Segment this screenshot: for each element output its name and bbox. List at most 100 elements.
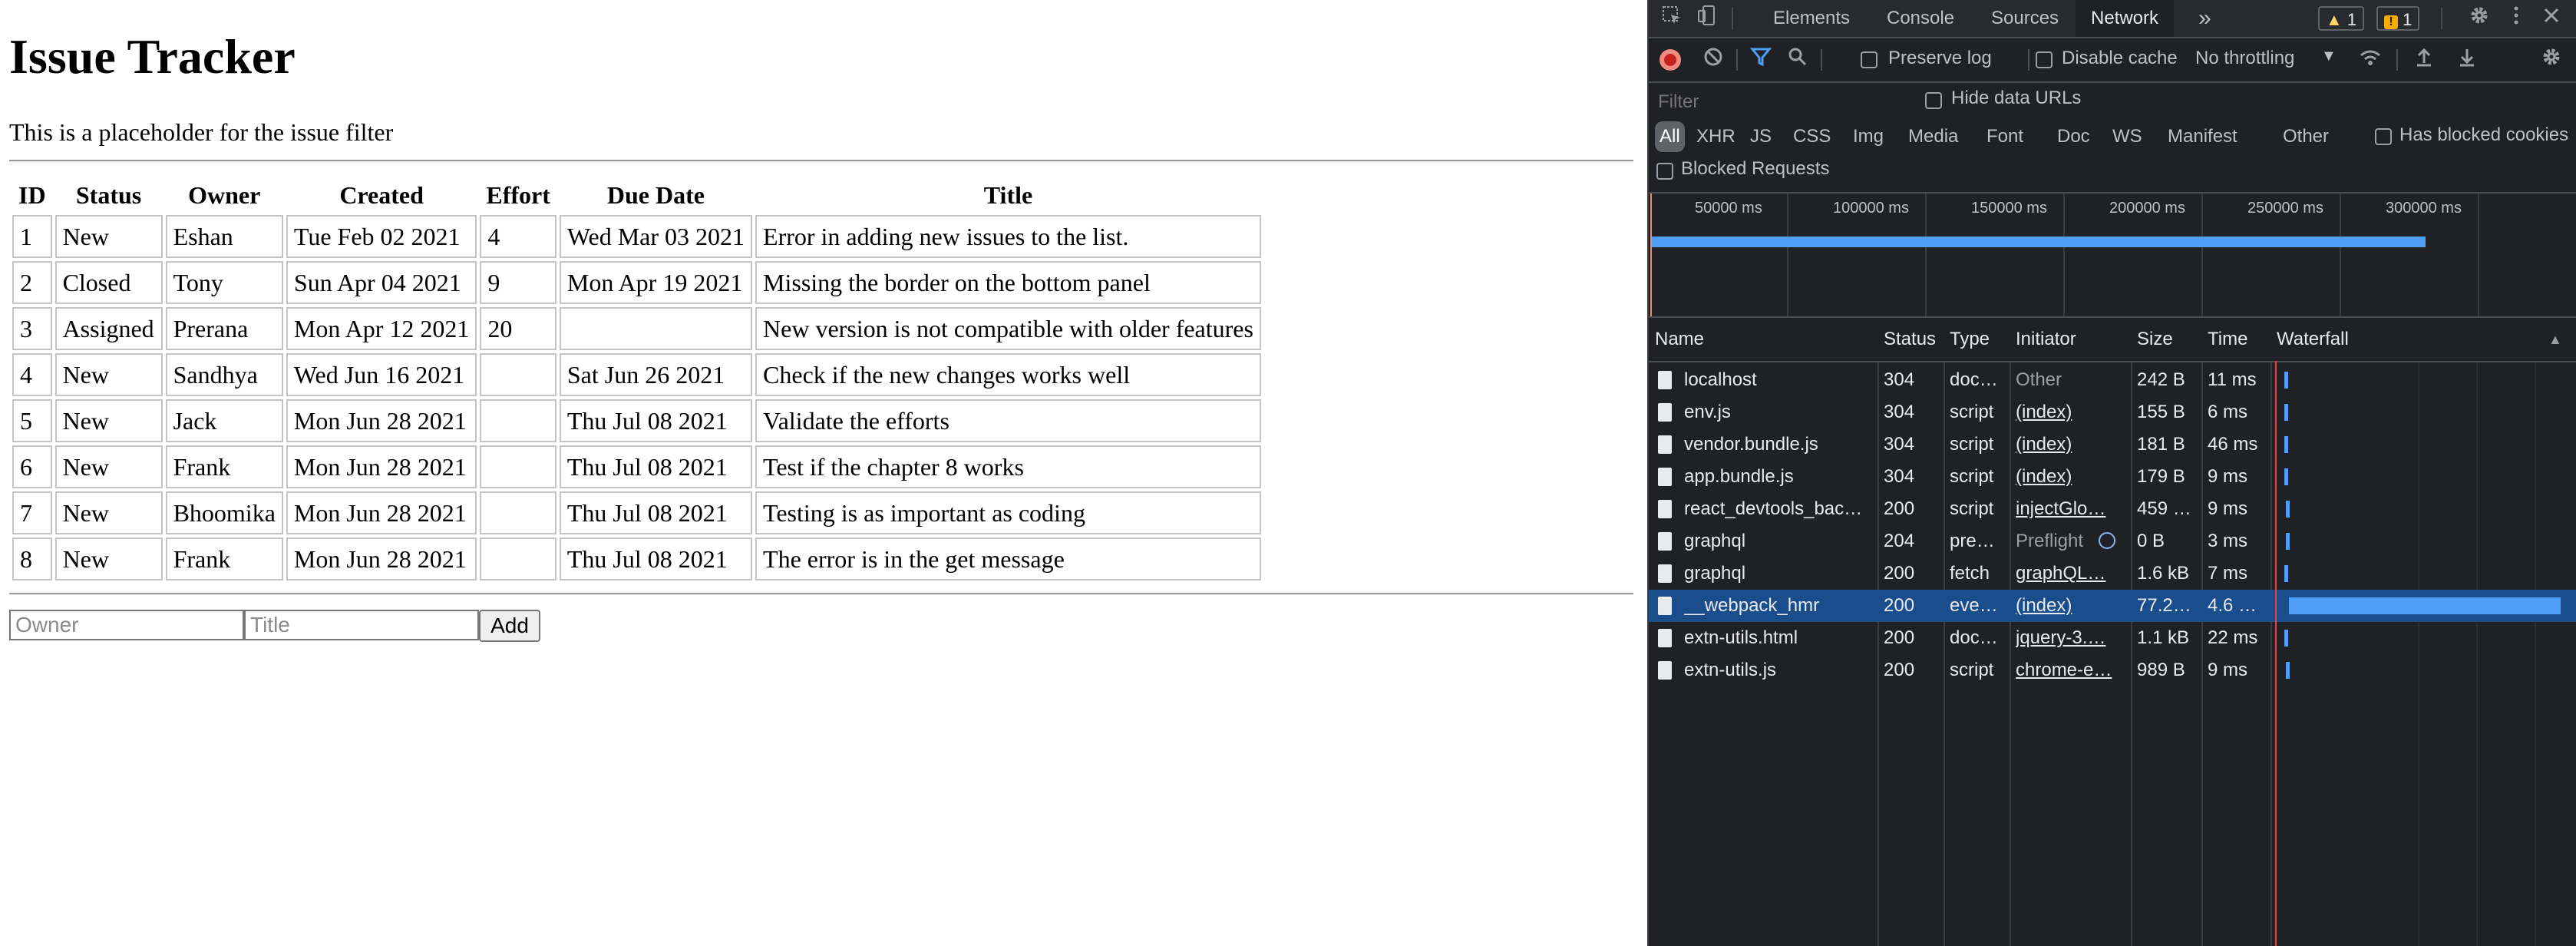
record-icon[interactable]	[1660, 49, 1681, 71]
type-filter-media[interactable]: Media	[1908, 121, 1958, 152]
filter-funnel-icon[interactable]	[1747, 46, 1775, 74]
waterfall-bar	[2284, 630, 2288, 647]
waterfall-bar	[2286, 662, 2290, 679]
request-initiator[interactable]: jquery-3.…	[2016, 622, 2125, 654]
issues-badge[interactable]: ! 1	[2376, 6, 2420, 31]
request-name[interactable]: __webpack_hmr	[1684, 590, 1871, 622]
add-button[interactable]: Add	[479, 610, 540, 642]
request-row[interactable]: extn-utils.js 200 script chrome-e… 989 B 9 ms	[1649, 654, 2576, 686]
cell-created: Tue Feb 02 2021	[286, 215, 477, 258]
type-filter-img[interactable]: Img	[1853, 121, 1884, 152]
cell-title: Testing is as important as coding	[755, 491, 1261, 534]
request-row[interactable]: env.js 304 script (index) 155 B 6 ms	[1649, 396, 2576, 428]
preflight-icon[interactable]	[2099, 532, 2115, 549]
request-column-initiator[interactable]: Initiator	[2016, 318, 2076, 361]
request-name[interactable]: react_devtools_bac…	[1684, 493, 1871, 525]
import-har-icon[interactable]	[2410, 46, 2438, 74]
request-size: 1.1 kB	[2137, 627, 2190, 648]
blocked-requests-checkbox[interactable]	[1656, 163, 1673, 180]
web-page: Issue Tracker This is a placeholder for …	[0, 0, 1647, 946]
network-overview-timeline: 50000 ms 100000 ms 150000 ms 200000 ms 25000…	[1649, 194, 2576, 318]
request-status: 304	[1884, 369, 1915, 390]
request-column-status[interactable]: Status	[1884, 318, 1936, 361]
warnings-badge[interactable]: ▲ 1	[2318, 6, 2365, 31]
network-filter-input[interactable]	[1656, 88, 1910, 117]
request-name[interactable]: extn-utils.html	[1684, 622, 1871, 654]
network-settings-gear-icon[interactable]	[2538, 46, 2565, 74]
device-toolbar-icon[interactable]	[1693, 5, 1721, 32]
request-initiator[interactable]: chrome-e…	[2016, 654, 2125, 686]
type-filter-all[interactable]: All	[1655, 121, 1685, 152]
overview-gridline	[2201, 194, 2203, 316]
type-filter-doc[interactable]: Doc	[2057, 121, 2090, 152]
request-row[interactable]: app.bundle.js 304 script (index) 179 B 9 ms	[1649, 461, 2576, 493]
network-conditions-icon[interactable]	[2356, 46, 2384, 74]
request-row[interactable]: localhost 304 doc… Other 242 B 11 ms	[1649, 364, 2576, 396]
sort-ascending-icon[interactable]: ▲	[2548, 318, 2562, 361]
type-filter-xhr[interactable]: XHR	[1696, 121, 1735, 152]
tab-network[interactable]: Network	[2076, 0, 2175, 37]
request-name[interactable]: graphql	[1684, 525, 1871, 557]
disable-cache-checkbox[interactable]	[2036, 51, 2053, 68]
request-name[interactable]: localhost	[1684, 364, 1871, 396]
request-name[interactable]: app.bundle.js	[1684, 461, 1871, 493]
tab-console[interactable]: Console	[1887, 0, 1954, 37]
request-initiator[interactable]: graphQL…	[2016, 557, 2125, 590]
request-column-waterfall[interactable]: Waterfall	[2277, 318, 2349, 361]
tab-sources[interactable]: Sources	[1991, 0, 2059, 37]
throttling-dropdown-icon[interactable]: ▼	[2321, 48, 2337, 65]
request-row[interactable]: __webpack_hmr 200 eve… (index) 77.2… 4.6 …	[1649, 590, 2576, 622]
inspect-element-icon[interactable]	[1658, 5, 1686, 32]
table-row: 2 Closed Tony Sun Apr 04 2021 9 Mon Apr 19 20…	[12, 261, 1261, 304]
close-devtools-icon[interactable]	[2538, 5, 2565, 32]
export-har-icon[interactable]	[2453, 46, 2481, 74]
more-options-icon[interactable]	[2502, 5, 2530, 32]
request-size: 77.2…	[2137, 595, 2191, 616]
search-icon[interactable]	[1784, 46, 1811, 74]
type-filter-ws[interactable]: WS	[2112, 121, 2142, 152]
network-filter-bar: Hide data URLs All XHR JS CSS Img Media Font Do…	[1649, 83, 2576, 194]
cell-status: Closed	[54, 261, 163, 304]
overview-start-marker[interactable]	[1650, 194, 1652, 316]
request-initiator[interactable]: (index)	[2016, 590, 2125, 622]
has-blocked-cookies-checkbox[interactable]	[2375, 128, 2392, 145]
title-input[interactable]	[244, 610, 479, 640]
request-name[interactable]: env.js	[1684, 396, 1871, 428]
request-initiator[interactable]: (index)	[2016, 461, 2125, 493]
type-filter-other[interactable]: Other	[2283, 121, 2329, 152]
cell-due-date	[559, 307, 753, 350]
hide-data-urls-checkbox[interactable]	[1925, 92, 1942, 109]
request-time: 7 ms	[2208, 563, 2248, 584]
preserve-log-checkbox[interactable]	[1861, 51, 1878, 68]
tab-elements[interactable]: Elements	[1773, 0, 1850, 37]
request-column-time[interactable]: Time	[2208, 318, 2247, 361]
type-filter-js[interactable]: JS	[1750, 121, 1772, 152]
owner-input[interactable]	[9, 610, 244, 640]
type-filter-css[interactable]: CSS	[1793, 121, 1831, 152]
request-name[interactable]: vendor.bundle.js	[1684, 428, 1871, 461]
type-filter-manifest[interactable]: Manifest	[2168, 121, 2237, 152]
request-column-type[interactable]: Type	[1950, 318, 1990, 361]
request-column-name[interactable]: Name	[1655, 318, 1704, 361]
request-status: 304	[1884, 402, 1915, 422]
request-column-size[interactable]: Size	[2137, 318, 2173, 361]
request-name[interactable]: extn-utils.js	[1684, 654, 1871, 686]
more-tabs-button[interactable]: »	[2198, 0, 2211, 37]
request-row[interactable]: vendor.bundle.js 304 script (index) 181 B 46 …	[1649, 428, 2576, 461]
request-initiator[interactable]: (index)	[2016, 428, 2125, 461]
type-filter-font[interactable]: Font	[1986, 121, 2023, 152]
request-initiator[interactable]: (index)	[2016, 396, 2125, 428]
request-name[interactable]: graphql	[1684, 557, 1871, 590]
request-initiator[interactable]: injectGlo…	[2016, 493, 2125, 525]
cell-id: 5	[12, 399, 52, 442]
cell-title: Error in adding new issues to the list.	[755, 215, 1261, 258]
request-row[interactable]: extn-utils.html 200 doc… jquery-3.… 1.1 kB 22…	[1649, 622, 2576, 654]
clear-log-icon[interactable]	[1699, 46, 1727, 74]
throttling-select[interactable]: No throttling	[2195, 48, 2294, 69]
request-row[interactable]: graphql 204 pre… Preflight 0 B3 ms	[1649, 525, 2576, 557]
request-row[interactable]: react_devtools_bac… 200 script injectGlo… 45…	[1649, 493, 2576, 525]
request-row[interactable]: graphql 200 fetch graphQL… 1.6 kB 7 ms	[1649, 557, 2576, 590]
settings-gear-icon[interactable]	[2465, 5, 2493, 32]
overview-activity-bar	[1650, 237, 2426, 247]
overview-tick-label: 50000 ms	[1695, 200, 1762, 217]
